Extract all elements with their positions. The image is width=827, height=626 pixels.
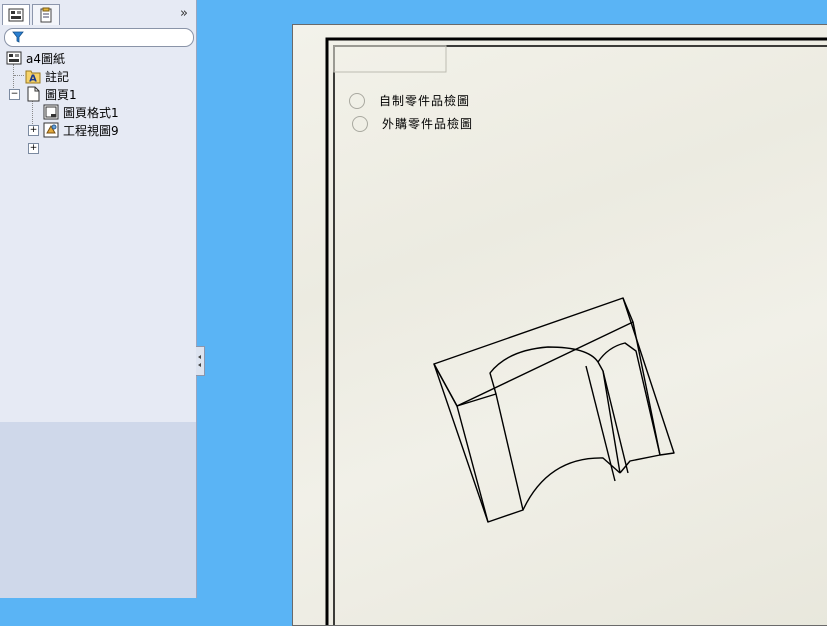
tree-item-drawing-view[interactable]: 工程視圖9 [43, 121, 119, 139]
panel-tabs [2, 4, 60, 26]
tree-item-drawing[interactable]: a4圖紙 [6, 49, 65, 67]
title-block-corner [333, 45, 447, 73]
filter-icon [12, 31, 24, 43]
sheet-icon [27, 86, 40, 102]
tree-item-label: 工程視圖9 [63, 123, 119, 138]
tree-item-sheet-format[interactable]: 圖頁格式1 [43, 103, 119, 121]
expand-sheet-format-toggle[interactable]: + [28, 125, 39, 136]
sheet-format-icon [43, 104, 59, 120]
radio-button[interactable] [349, 92, 365, 109]
tree-item-label: a4圖紙 [26, 51, 65, 66]
tree-filter-input[interactable] [4, 28, 194, 47]
partial-title-text: · · · · [540, 0, 614, 8]
tree-item-label: 註記 [45, 69, 70, 84]
panel-splitter-handle[interactable] [196, 346, 205, 376]
tree-item-annotations[interactable]: A 註記 [25, 67, 69, 85]
tree-item-label: 圖頁格式1 [63, 105, 119, 120]
isometric-part-view [433, 297, 675, 523]
feature-tree-tab[interactable] [2, 4, 30, 25]
tree-item-label: 圖頁1 [45, 87, 77, 102]
tree-connector [14, 75, 24, 76]
drawing-sheet[interactable]: 自制零件品檢圖 外購零件品檢圖 [292, 24, 827, 626]
sheet-border-inner [333, 45, 827, 625]
feature-manager-panel: » a4圖紙 A 註記 − 圖頁1 + 圖頁格式1 + 工程視圖9 [0, 0, 197, 598]
svg-text:A: A [29, 74, 37, 85]
checklist-item[interactable]: 外購零件品檢圖 [352, 115, 473, 132]
sidebar-empty-area [0, 422, 196, 598]
property-manager-icon [40, 7, 52, 23]
checklist-label: 外購零件品檢圖 [382, 117, 474, 131]
grip-dots-icon [198, 355, 201, 367]
property-manager-tab[interactable] [32, 4, 60, 25]
feature-tree-icon [8, 8, 24, 22]
collapse-panel-button[interactable]: » [176, 6, 192, 22]
annotation-icon: A [25, 70, 41, 85]
drawing-view-icon [43, 122, 59, 138]
checklist-item[interactable]: 自制零件品檢圖 [349, 92, 470, 109]
checklist-label: 自制零件品檢圖 [379, 94, 471, 108]
radio-button[interactable] [352, 115, 368, 132]
expand-drawing-view-toggle[interactable]: + [28, 143, 39, 154]
tree-item-sheet[interactable]: 圖頁1 [25, 85, 77, 103]
collapse-sheet-toggle[interactable]: − [9, 89, 20, 100]
drawing-icon [6, 51, 22, 65]
